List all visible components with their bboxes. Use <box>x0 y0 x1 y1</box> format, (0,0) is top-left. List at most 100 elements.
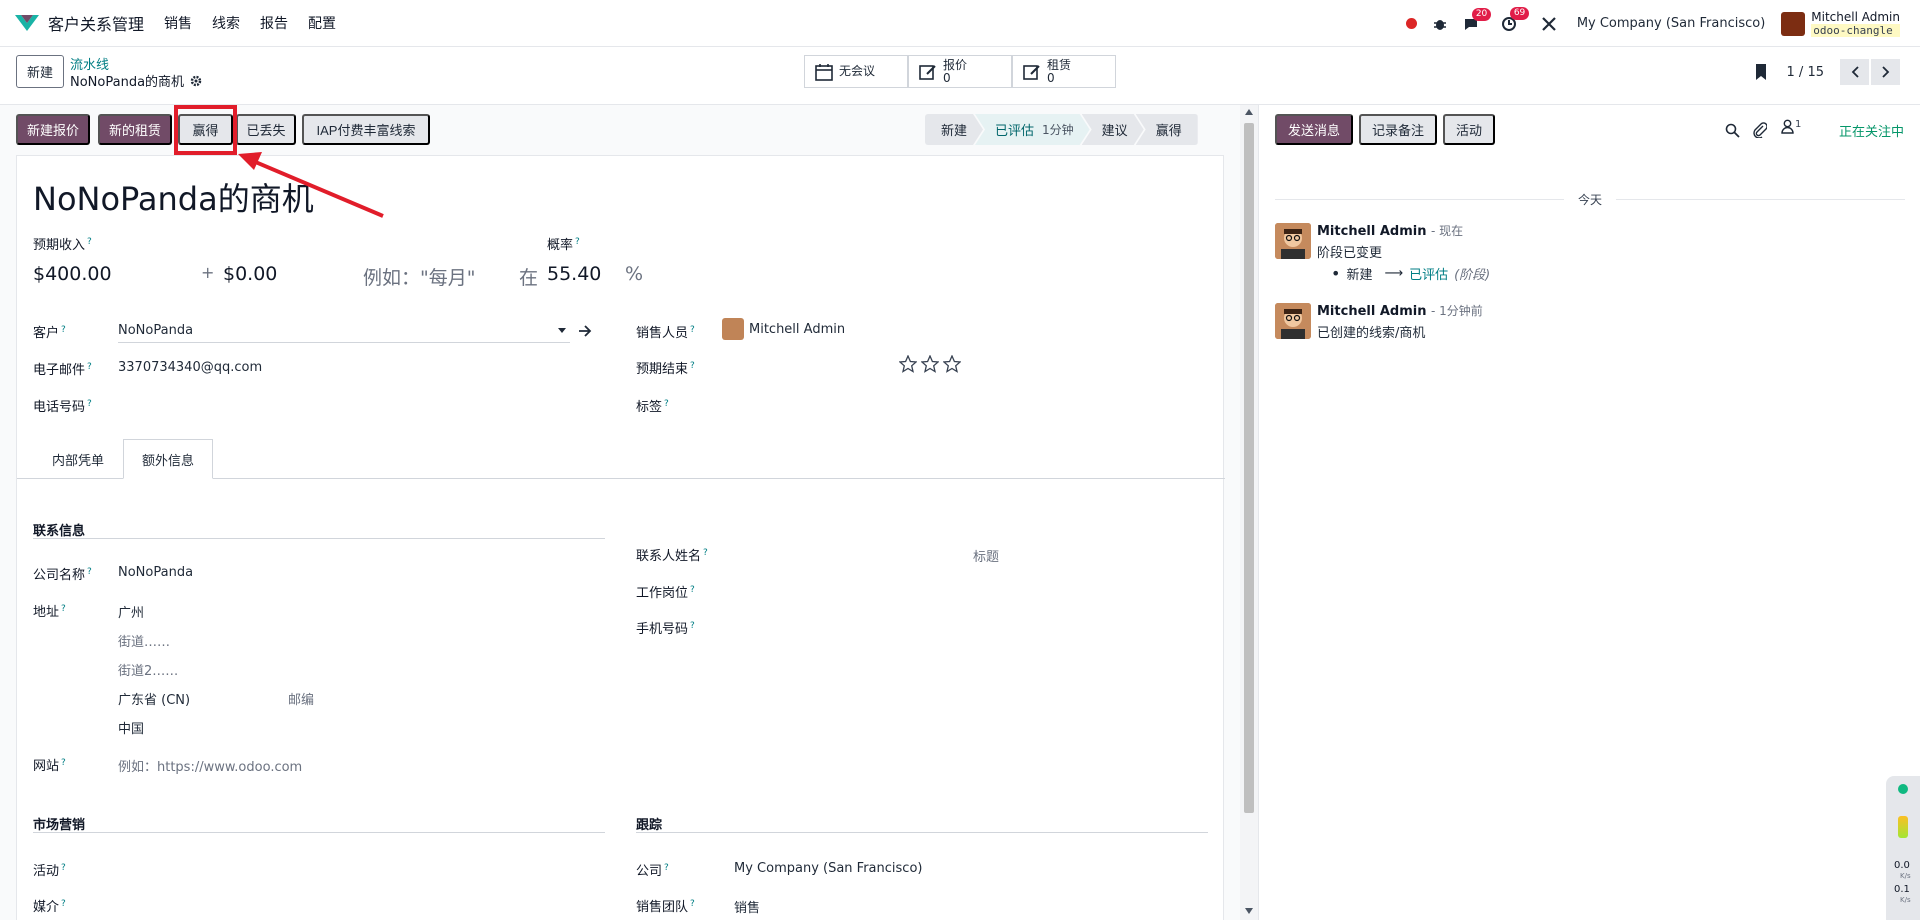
log-note-button[interactable]: 记录备注 <box>1359 114 1437 145</box>
messages-icon[interactable]: 20 <box>1463 7 1492 31</box>
paperclip-icon[interactable] <box>1753 122 1767 138</box>
probability-label: 概率? <box>547 236 580 253</box>
tab-internal-notes[interactable]: 内部凭单 <box>33 439 123 479</box>
marketing-header: 市场营销 <box>33 818 86 833</box>
pager-value[interactable]: 1 / 15 <box>1787 65 1824 80</box>
followers-button[interactable]: 1 <box>1781 119 1801 134</box>
tools-icon[interactable] <box>1541 16 1557 32</box>
salesperson-input[interactable]: Mitchell Admin <box>749 322 845 337</box>
new-record-button[interactable]: 新建 <box>16 55 64 88</box>
tab-extra-info[interactable]: 额外信息 <box>123 439 213 479</box>
stage-qualified[interactable]: 已评估 1分钟 <box>975 114 1090 145</box>
smart-button-quotations[interactable]: 报价 0 <box>908 55 1012 88</box>
star-icon[interactable] <box>943 355 961 373</box>
website-input[interactable]: 例如：https://www.odoo.com <box>118 756 302 775</box>
send-message-button[interactable]: 发送消息 <box>1275 114 1353 145</box>
expected-revenue-input[interactable]: $400.00 <box>33 263 112 285</box>
company-switcher[interactable]: My Company (San Francisco) <box>1577 16 1765 31</box>
upload-speed: 0.0 <box>1894 860 1910 871</box>
tracking-divider <box>636 832 1208 833</box>
new-rental-button[interactable]: 新的租赁 <box>98 114 172 145</box>
menu-config[interactable]: 配置 <box>308 13 336 33</box>
zip-input[interactable]: 邮编 <box>288 689 314 708</box>
upload-unit: K/s <box>1900 872 1911 880</box>
crm-logo-icon[interactable] <box>14 12 40 34</box>
message-body: 阶段已变更 <box>1317 246 1383 261</box>
state-input[interactable]: 广东省 (CN) <box>118 689 190 708</box>
stage-won[interactable]: 赢得 <box>1135 114 1198 145</box>
scroll-up-icon[interactable] <box>1245 109 1253 115</box>
opportunity-title[interactable]: NoNoPanda的商机 <box>33 174 314 220</box>
network-speed-widget[interactable]: 0.0 K/s 0.1 K/s <box>1886 776 1920 920</box>
tracking-value: • 新建 ⟶ 已评估 (阶段) <box>1331 264 1491 283</box>
message-avatar[interactable] <box>1275 303 1311 339</box>
stage-proposition[interactable]: 建议 <box>1082 114 1144 145</box>
email-input[interactable]: 3370734340@qq.com <box>118 360 262 375</box>
date-separator: 今天 <box>1275 191 1906 208</box>
caret-down-icon[interactable] <box>558 328 566 334</box>
pager: 1 / 15 <box>1787 59 1900 85</box>
stage-won-label: 赢得 <box>1155 124 1182 139</box>
recording-dot-icon[interactable] <box>1405 18 1417 29</box>
recurring-revenue-input[interactable]: $0.00 <box>223 263 277 285</box>
stage-new[interactable]: 新建 <box>925 114 983 145</box>
star-icon[interactable] <box>899 355 917 373</box>
pager-next-button[interactable] <box>1871 59 1900 85</box>
address-label: 地址? <box>33 603 66 620</box>
following-status[interactable]: 正在关注中 <box>1839 121 1904 140</box>
street2-input[interactable]: 街道2…… <box>118 660 178 679</box>
iap-enrich-button[interactable]: IAP付费丰富线索 <box>302 114 430 145</box>
bookmark-icon[interactable] <box>1754 63 1768 81</box>
breadcrumb-current: NoNoPanda的商机 <box>70 71 202 90</box>
customer-input[interactable]: NoNoPanda <box>118 323 193 338</box>
scroll-thumb[interactable] <box>1244 123 1254 813</box>
message-avatar[interactable] <box>1275 223 1311 259</box>
form-scrollbar[interactable] <box>1240 105 1258 920</box>
user-menu[interactable]: Mitchell Admin odoo-changle <box>1811 10 1900 37</box>
activity-clock-icon[interactable]: 69 <box>1501 6 1530 32</box>
search-icon[interactable] <box>1725 123 1740 138</box>
message-author[interactable]: Mitchell Admin - 现在 <box>1317 222 1463 239</box>
company-name-input[interactable]: NoNoPanda <box>118 565 193 580</box>
followers-count: 1 <box>1795 119 1802 130</box>
menu-leads[interactable]: 线索 <box>212 13 240 33</box>
smart-button-meetings[interactable]: 无会议 <box>804 55 908 88</box>
new-quotation-button[interactable]: 新建报价 <box>16 114 90 145</box>
street-input[interactable]: 街道…… <box>118 631 170 650</box>
email-label: 电子邮件? <box>33 361 92 378</box>
scroll-down-icon[interactable] <box>1245 908 1253 914</box>
country-input[interactable]: 中国 <box>118 718 144 737</box>
lost-button[interactable]: 已丢失 <box>236 114 296 145</box>
breadcrumb-current-label: NoNoPanda的商机 <box>70 75 185 90</box>
expected-closing-label: 预期结束? <box>636 360 695 377</box>
user-avatar[interactable] <box>1781 11 1806 36</box>
gear-icon[interactable] <box>190 75 202 87</box>
bug-icon[interactable] <box>1433 17 1447 31</box>
message-time: - 1分钟前 <box>1430 304 1483 318</box>
city-input[interactable]: 广州 <box>118 602 144 621</box>
chatter-panel: 发送消息 记录备注 活动 1 正在关注中 今天 Mitchell Admin -… <box>1258 105 1920 920</box>
smart-button-rentals[interactable]: 租赁 0 <box>1012 55 1116 88</box>
pager-prev-button[interactable] <box>1840 59 1869 85</box>
medium-label: 媒介? <box>33 898 66 915</box>
menu-sales[interactable]: 销售 <box>164 13 192 33</box>
control-panel: 新建 流水线 NoNoPanda的商机 无会议 报价 0 租赁 0 1 / 15 <box>0 47 1920 105</box>
arrow-right-icon[interactable] <box>578 325 592 337</box>
probability-input[interactable]: 55.40 <box>547 263 601 285</box>
company-input[interactable]: My Company (San Francisco) <box>734 861 922 876</box>
star-icon[interactable] <box>921 355 939 373</box>
marketing-divider <box>33 832 605 833</box>
smart-quotations-count: 0 <box>943 70 951 85</box>
stage-new-label: 新建 <box>941 124 968 139</box>
salesperson-label: 销售人员? <box>636 324 695 341</box>
activity-button[interactable]: 活动 <box>1443 114 1495 145</box>
message-time: - 现在 <box>1430 224 1464 238</box>
phone-label: 电话号码? <box>33 398 92 415</box>
title-input[interactable]: 标题 <box>973 546 999 565</box>
menu-reports[interactable]: 报告 <box>260 13 288 33</box>
tracking-header: 跟踪 <box>636 818 663 833</box>
message-author[interactable]: Mitchell Admin - 1分钟前 <box>1317 302 1483 319</box>
sales-team-input[interactable]: 销售 <box>734 897 760 916</box>
recurring-plan-input[interactable]: 例如："每月" <box>363 263 475 290</box>
app-title[interactable]: 客户关系管理 <box>48 11 144 35</box>
